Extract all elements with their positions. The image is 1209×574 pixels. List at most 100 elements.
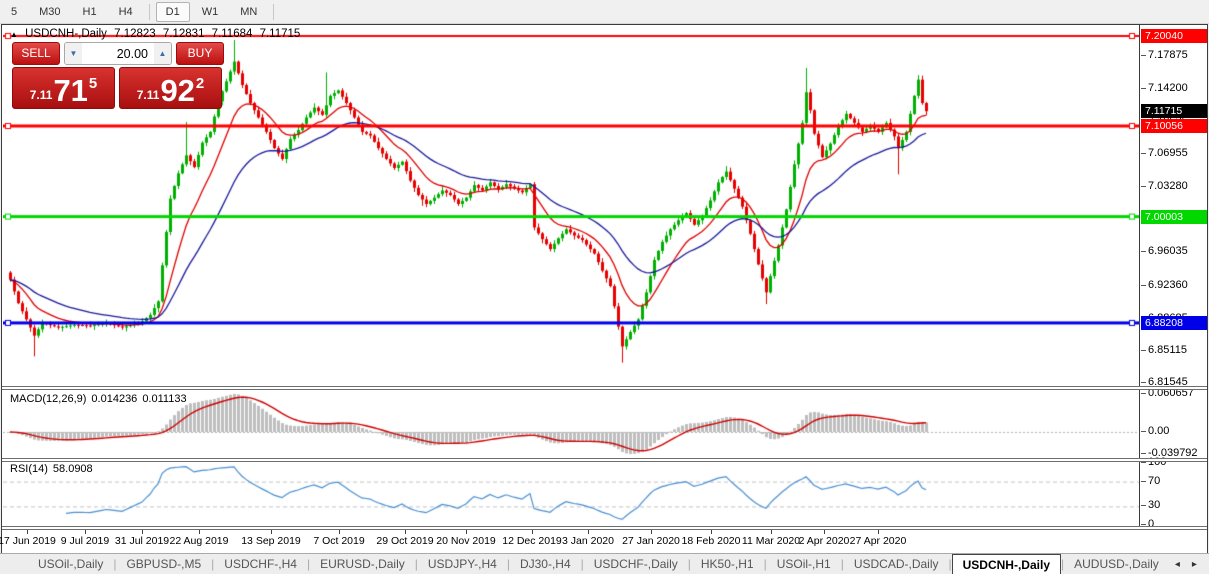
chart-tab-usdcad-daily[interactable]: USDCAD-,Daily xyxy=(844,554,949,574)
timeframe-button-d1[interactable]: D1 xyxy=(155,1,190,22)
pane-separator-main-macd[interactable] xyxy=(2,386,1207,390)
timeframe-button-m30[interactable]: M30 xyxy=(29,2,70,22)
rsi-axis-label: 70 xyxy=(1140,474,1161,487)
date-tick xyxy=(405,530,406,534)
date-label: 13 Sep 2019 xyxy=(241,535,301,547)
timeframe-button-w1[interactable]: W1 xyxy=(192,2,229,22)
one-click-trading-panel: SELL ▼ ▲ BUY 7.11 71 5 7.11 92 2 xyxy=(12,42,224,109)
date-label: 27 Apr 2020 xyxy=(849,535,907,547)
date-tick xyxy=(588,530,589,534)
pane-separator-rsi-dates[interactable] xyxy=(2,526,1207,530)
date-tick xyxy=(878,530,879,534)
buy-price-big: 92 xyxy=(160,73,195,108)
price-axis: 7.178757.142007.105257.069557.032806.996… xyxy=(1139,25,1207,530)
toolbar-separator xyxy=(273,3,275,20)
tab-scroll-left-icon[interactable]: ◂ xyxy=(1169,559,1186,570)
buy-price-pip: 2 xyxy=(195,75,205,92)
date-label: 7 Oct 2019 xyxy=(313,535,365,547)
current-price-label: 7.11715 xyxy=(1141,104,1207,119)
timeframe-button-5[interactable]: 5 xyxy=(1,2,27,22)
hline-price-label: 7.10056 xyxy=(1141,118,1207,133)
price-tick-label: 7.14200 xyxy=(1141,81,1188,94)
date-tick xyxy=(711,530,712,534)
date-label: 3 Jan 2020 xyxy=(562,535,614,547)
date-label: 29 Oct 2019 xyxy=(376,535,434,547)
date-label: 22 Aug 2019 xyxy=(169,535,229,547)
ohlc-header: ▲ USDCNH-,Daily 7.12823 7.12831 7.11684 … xyxy=(10,28,304,40)
price-tick-label: 7.17875 xyxy=(1141,48,1188,61)
chart-window: ▲ USDCNH-,Daily 7.12823 7.12831 7.11684 … xyxy=(0,24,1208,554)
chart-tab-usdcnh-daily[interactable]: USDCNH-,Daily xyxy=(951,554,1061,574)
volume-stepper: ▼ ▲ xyxy=(64,42,172,65)
volume-increase-button[interactable]: ▲ xyxy=(154,43,171,64)
tab-scroll-right-icon[interactable]: ▸ xyxy=(1186,559,1203,570)
tab-navigation: ◂ ▸ xyxy=(1169,554,1209,574)
price-tick-label: 7.06955 xyxy=(1141,146,1188,159)
buy-button[interactable]: BUY xyxy=(176,42,224,65)
date-label: 17 Jun 2019 xyxy=(0,535,56,547)
chart-tab-hk50-h1[interactable]: HK50-,H1 xyxy=(691,554,764,574)
chart-tab-eurusd-daily[interactable]: EURUSD-,Daily xyxy=(310,554,415,574)
date-tick xyxy=(771,530,772,534)
buy-quote-button[interactable]: 7.11 92 2 xyxy=(119,67,222,109)
ohlc-low: 7.11684 xyxy=(211,28,253,40)
date-tick xyxy=(532,530,533,534)
symbol-name: USDCNH-,Daily xyxy=(25,28,107,40)
chart-tab-usoil-h1[interactable]: USOil-,H1 xyxy=(767,554,841,574)
macd-axis-label: 0.00 xyxy=(1140,424,1170,437)
timeframe-button-h1[interactable]: H1 xyxy=(73,2,107,22)
timeframe-button-mn[interactable]: MN xyxy=(230,2,267,22)
ohlc-close: 7.11715 xyxy=(259,28,301,40)
chart-tab-usdjpy-h4[interactable]: USDJPY-,H4 xyxy=(418,554,507,574)
date-label: 12 Dec 2019 xyxy=(502,535,562,547)
sell-button[interactable]: SELL xyxy=(12,42,60,65)
date-label: 20 Nov 2019 xyxy=(436,535,496,547)
macd-indicator-label: MACD(12,26,9) 0.014236 0.011133 xyxy=(10,393,187,405)
hline-price-label: 7.00003 xyxy=(1141,209,1207,224)
chart-tab-usdchf-h4[interactable]: USDCHF-,H4 xyxy=(214,554,307,574)
price-tick-label: 7.03280 xyxy=(1141,180,1188,193)
hline-price-label: 7.20040 xyxy=(1141,29,1207,43)
chart-tab-usdchf-daily[interactable]: USDCHF-,Daily xyxy=(584,554,688,574)
price-tick-label: 6.92360 xyxy=(1141,278,1188,291)
volume-input[interactable] xyxy=(82,43,154,64)
ohlc-open: 7.12823 xyxy=(114,28,156,40)
date-label: 11 Mar 2020 xyxy=(741,535,801,547)
timeframe-toolbar: 5 M30 H1 H4 D1 W1 MN xyxy=(0,0,1209,24)
sell-price-big: 71 xyxy=(53,73,88,108)
price-tick-label: 6.85115 xyxy=(1141,343,1187,356)
symbol-arrow-icon: ▲ xyxy=(10,30,18,39)
timeframe-button-h4[interactable]: H4 xyxy=(109,2,143,22)
chart-tab-usoil-daily[interactable]: USOil-,Daily xyxy=(28,554,113,574)
date-tick xyxy=(142,530,143,534)
date-label: 9 Jul 2019 xyxy=(60,535,110,547)
chart-tab-bar: USOil-,Daily | GBPUSD-,M5 | USDCHF-,H4 | EURUS… xyxy=(0,553,1209,574)
ohlc-high: 7.12831 xyxy=(162,28,205,40)
date-tick xyxy=(339,530,340,534)
date-tick xyxy=(824,530,825,534)
rsi-axis-label: 30 xyxy=(1140,499,1161,512)
date-label: 18 Feb 2020 xyxy=(681,535,741,547)
chart-tab-audusd-daily[interactable]: AUDUSD-,Daily xyxy=(1064,554,1169,574)
date-tick xyxy=(466,530,467,534)
hline-price-label: 6.88208 xyxy=(1141,315,1207,330)
chart-tab-gbpusd-m5[interactable]: GBPUSD-,M5 xyxy=(116,554,211,574)
sell-quote-button[interactable]: 7.11 71 5 xyxy=(12,67,115,109)
price-tick-label: 6.96035 xyxy=(1141,245,1188,258)
date-tick xyxy=(199,530,200,534)
buy-price-prefix: 7.11 xyxy=(136,88,160,102)
date-tick xyxy=(85,530,86,534)
date-tick xyxy=(27,530,28,534)
pane-separator-macd-rsi[interactable] xyxy=(2,458,1207,462)
date-label: 31 Jul 2019 xyxy=(114,535,170,547)
date-label: 2 Apr 2020 xyxy=(798,535,850,547)
toolbar-separator xyxy=(148,3,150,20)
date-tick xyxy=(651,530,652,534)
rsi-indicator-label: RSI(14) 58.0908 xyxy=(10,463,93,475)
date-label: 27 Jan 2020 xyxy=(622,535,680,547)
chart-tab-dj30-h4[interactable]: DJ30-,H4 xyxy=(510,554,581,574)
volume-decrease-button[interactable]: ▼ xyxy=(65,43,82,64)
sell-price-pip: 5 xyxy=(88,75,98,92)
sell-price-prefix: 7.11 xyxy=(29,88,53,102)
date-axis: 17 Jun 2019 9 Jul 2019 31 Jul 2019 22 Aug 2… xyxy=(0,530,1139,552)
